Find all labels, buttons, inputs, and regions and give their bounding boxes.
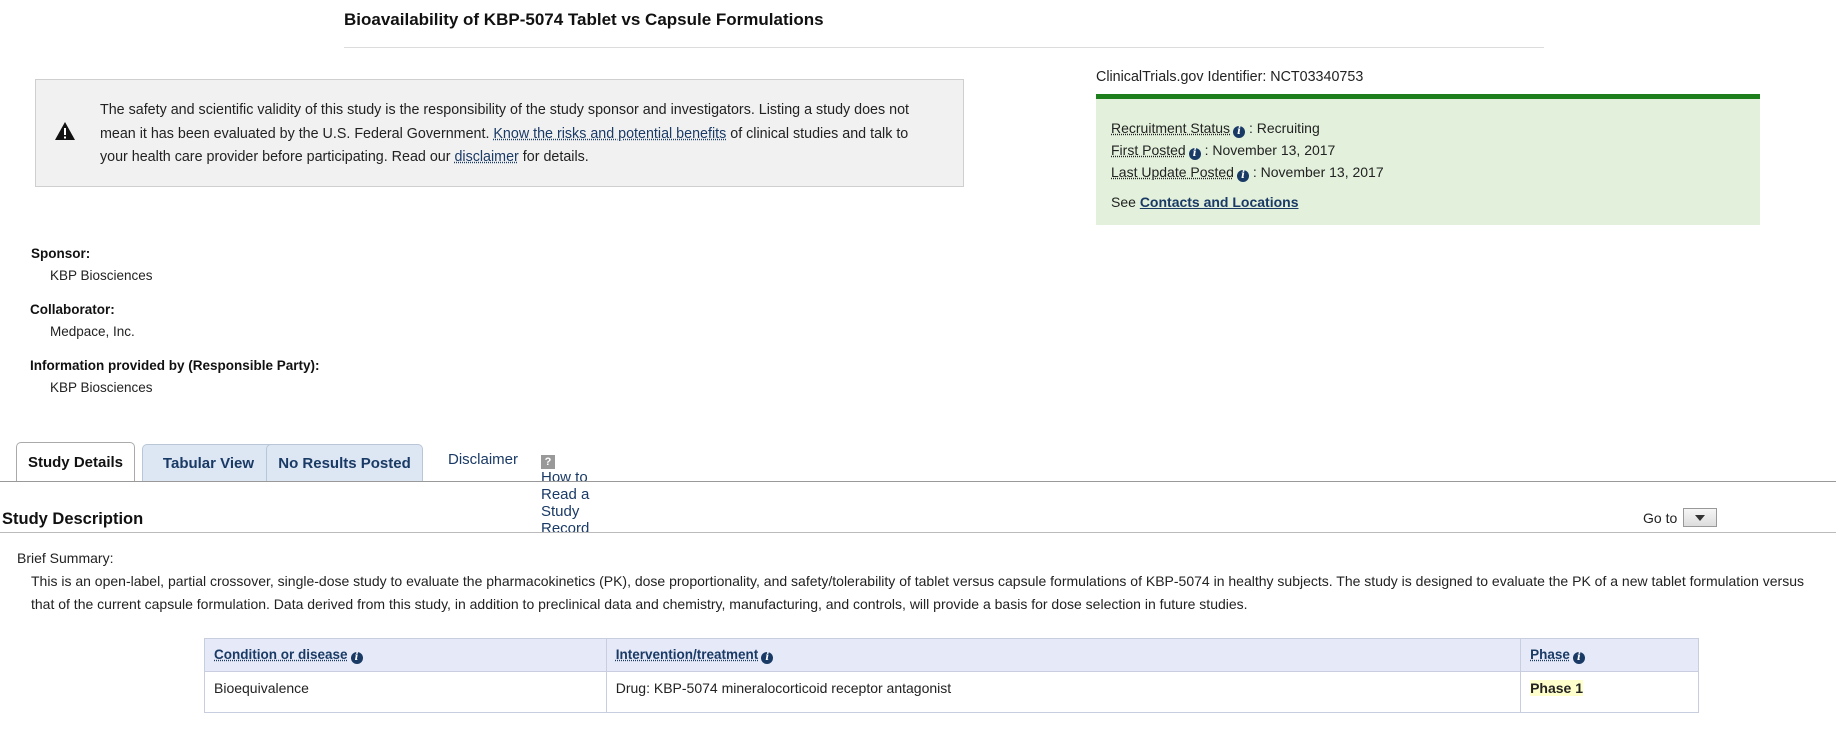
brief-summary-text: This is an open-label, partial crossover… [31, 573, 1805, 612]
header-phase: Phase i [1520, 638, 1699, 672]
first-posted-row: First Posted i : November 13, 2017 [1111, 139, 1745, 161]
intervention-cell: Drug: KBP-5074 mineralocorticoid recepto… [605, 671, 1522, 713]
page-title: Bioavailability of KBP-5074 Tablet vs Ca… [344, 10, 824, 29]
header-condition-label[interactable]: Condition or disease [214, 647, 348, 662]
phase-cell: Phase 1 [1520, 671, 1699, 713]
study-description-heading: Study Description [2, 510, 144, 528]
disclaimer-text-part: for details. [518, 149, 589, 165]
tab-study-details[interactable]: Study Details [16, 442, 135, 482]
brief-summary-label: Brief Summary: [17, 550, 114, 566]
goto-label: Go to [1643, 509, 1678, 526]
responsible-party-label: Information provided by (Responsible Par… [30, 358, 320, 373]
header-intervention-label[interactable]: Intervention/treatment [616, 647, 759, 662]
condition-cell: Bioequivalence [204, 671, 607, 713]
disclaimer-box: The safety and scientific validity of th… [35, 79, 964, 187]
collaborator-value: Medpace, Inc. [50, 324, 135, 339]
info-icon[interactable]: i [1572, 651, 1585, 664]
study-description-divider [0, 532, 1836, 533]
info-icon[interactable]: i [1188, 148, 1201, 160]
tabs-divider [0, 481, 1836, 482]
info-icon[interactable]: i [350, 651, 363, 664]
see-label: See [1111, 194, 1140, 210]
collaborator-label: Collaborator: [30, 302, 115, 317]
nct-identifier: ClinicalTrials.gov Identifier: NCT033407… [1096, 69, 1364, 85]
header-intervention: Intervention/treatment i [605, 638, 1522, 672]
first-posted-link[interactable]: First Posted [1111, 142, 1186, 158]
table-header-row: Condition or disease i Intervention/treat… [204, 638, 1699, 672]
info-icon[interactable]: i [761, 651, 774, 664]
last-update-link[interactable]: Last Update Posted [1111, 164, 1234, 180]
recruitment-status-link[interactable]: Recruitment Status [1111, 120, 1230, 136]
risks-benefits-link[interactable]: Know the risks and potential benefits [493, 126, 726, 142]
table-row: Bioequivalence Drug: KBP-5074 mineraloco… [204, 671, 1699, 713]
header-condition: Condition or disease i [204, 638, 607, 672]
contacts-locations-link[interactable]: Contacts and Locations [1140, 194, 1299, 210]
disclaimer-link[interactable]: disclaimer [454, 149, 518, 165]
sponsor-value: KBP Biosciences [50, 268, 153, 283]
header-phase-label[interactable]: Phase [1530, 647, 1570, 662]
info-icon[interactable]: i [1233, 126, 1246, 138]
tab-tabular-view[interactable]: Tabular View [142, 444, 275, 482]
sponsor-label: Sponsor: [31, 246, 91, 261]
info-icon[interactable]: i [1236, 170, 1249, 182]
disclaimer-text: The safety and scientific validity of th… [100, 99, 940, 170]
goto-dropdown-button[interactable] [1683, 508, 1718, 527]
warning-icon [55, 122, 75, 140]
first-posted-value: : November 13, 2017 [1200, 142, 1336, 158]
phase-value: Phase 1 [1530, 680, 1584, 696]
recruitment-status-row: Recruitment Status i : Recruiting [1111, 117, 1745, 139]
last-update-row: Last Update Posted i : November 13, 2017 [1111, 161, 1745, 183]
status-box: Recruitment Status i : Recruiting First P… [1096, 94, 1760, 225]
see-contacts-row: See Contacts and Locations [1111, 191, 1745, 213]
disclaimer-tab-link[interactable]: Disclaimer [448, 451, 518, 468]
tab-no-results-posted[interactable]: No Results Posted [266, 444, 423, 482]
last-update-value: : November 13, 2017 [1248, 164, 1384, 180]
recruitment-status-value: : Recruiting [1245, 120, 1320, 136]
title-divider [344, 47, 1544, 48]
conditions-table: Condition or disease i Intervention/treat… [204, 638, 1699, 713]
responsible-party-value: KBP Biosciences [50, 380, 153, 395]
chevron-down-icon [1695, 514, 1706, 521]
goto-control: Go to [1643, 508, 1718, 527]
how-to-read-label: How to Read a Study Record [541, 469, 590, 537]
how-to-read-link[interactable]: ?How to Read a Study Record [541, 451, 589, 537]
help-icon: ? [541, 455, 555, 469]
